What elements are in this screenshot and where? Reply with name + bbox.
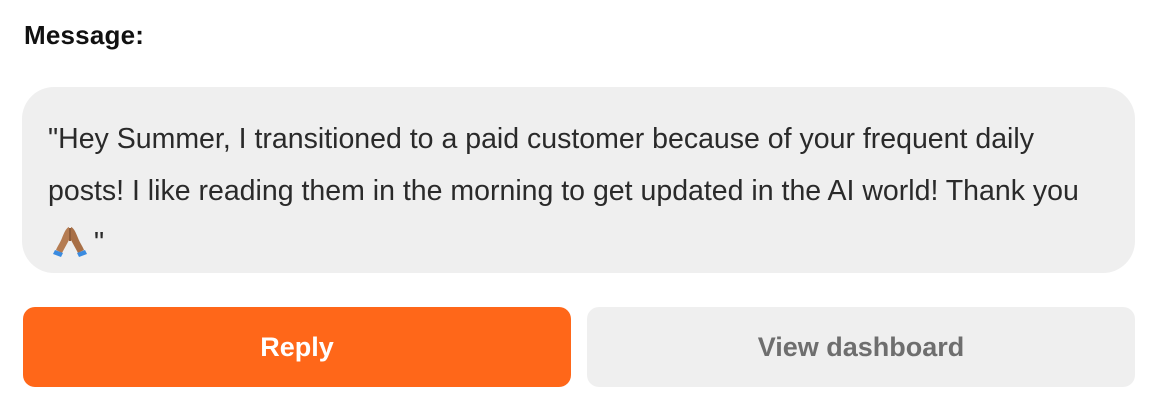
message-bubble: "Hey Summer, I transitioned to a paid cu… — [22, 87, 1135, 273]
message-closing-quote: " — [94, 227, 105, 259]
reply-button[interactable]: Reply — [23, 307, 571, 387]
message-body: "Hey Summer, I transitioned to a paid cu… — [48, 123, 1079, 207]
message-text: "Hey Summer, I transitioned to a paid cu… — [48, 113, 1109, 269]
message-label: Message: — [24, 20, 145, 50]
view-dashboard-button[interactable]: View dashboard — [587, 307, 1135, 387]
folded-hands-emoji-icon — [53, 227, 87, 257]
